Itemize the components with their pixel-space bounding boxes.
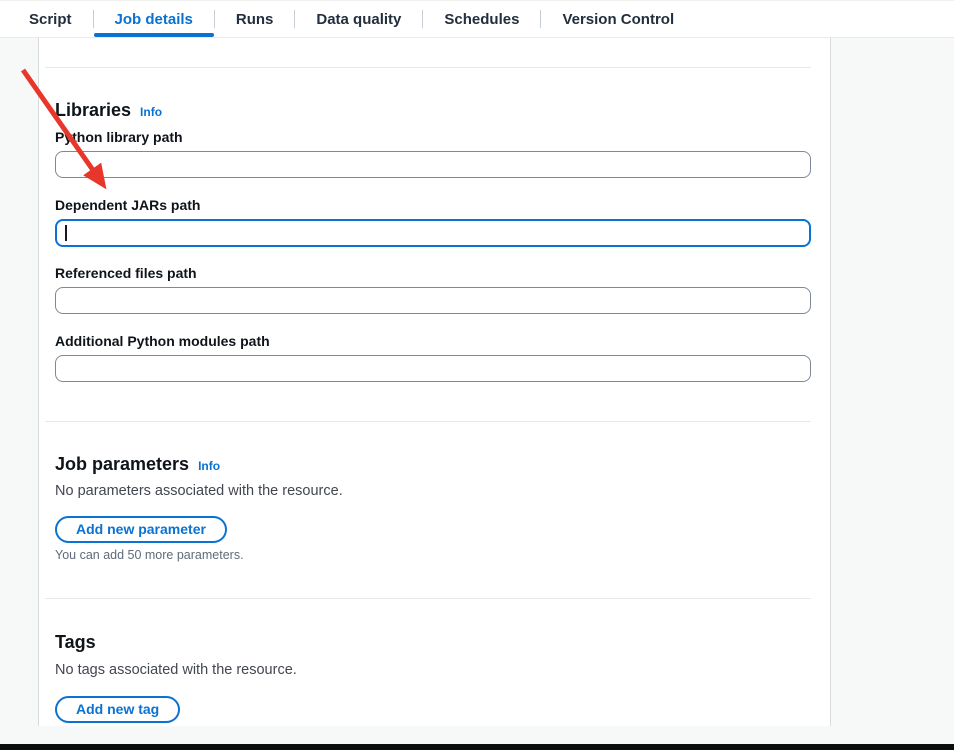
additional-python-modules-path-input[interactable] — [55, 355, 811, 382]
job-parameters-heading-text: Job parameters — [55, 452, 189, 476]
dependent-jars-path-label: Dependent JARs path — [55, 198, 200, 213]
python-library-path-label: Python library path — [55, 130, 183, 145]
tab-bar: Script Job details Runs Data quality Sch… — [0, 0, 954, 38]
libraries-heading: Libraries Info — [55, 98, 162, 124]
add-new-parameter-button[interactable]: Add new parameter — [55, 516, 227, 543]
job-parameters-heading: Job parameters Info — [55, 452, 220, 478]
section-divider — [45, 67, 811, 68]
tab-data-quality[interactable]: Data quality — [295, 1, 422, 37]
referenced-files-path-label: Referenced files path — [55, 266, 197, 281]
tags-heading-text: Tags — [55, 630, 96, 654]
section-divider — [45, 421, 811, 422]
job-parameters-empty-text: No parameters associated with the resour… — [55, 482, 343, 500]
referenced-files-path-input[interactable] — [55, 287, 811, 314]
tab-runs[interactable]: Runs — [215, 1, 295, 37]
dependent-jars-path-input[interactable] — [55, 219, 811, 247]
content-background: Libraries Info Python library path Depen… — [0, 38, 954, 744]
tab-schedules[interactable]: Schedules — [423, 1, 540, 37]
tab-job-details[interactable]: Job details — [94, 1, 214, 37]
parameters-limit-hint: You can add 50 more parameters. — [55, 548, 244, 562]
text-cursor — [65, 225, 67, 241]
tab-script[interactable]: Script — [8, 1, 93, 37]
libraries-info-link[interactable]: Info — [140, 100, 162, 124]
tags-heading: Tags — [55, 630, 96, 654]
add-new-tag-button[interactable]: Add new tag — [55, 696, 180, 723]
job-details-panel: Libraries Info Python library path Depen… — [38, 38, 831, 726]
libraries-heading-text: Libraries — [55, 98, 131, 122]
window-bottom-edge — [0, 744, 954, 750]
tags-empty-text: No tags associated with the resource. — [55, 661, 297, 679]
section-divider — [45, 598, 811, 599]
tab-version-control[interactable]: Version Control — [541, 1, 695, 37]
additional-python-modules-path-label: Additional Python modules path — [55, 334, 270, 349]
job-parameters-info-link[interactable]: Info — [198, 454, 220, 478]
python-library-path-input[interactable] — [55, 151, 811, 178]
